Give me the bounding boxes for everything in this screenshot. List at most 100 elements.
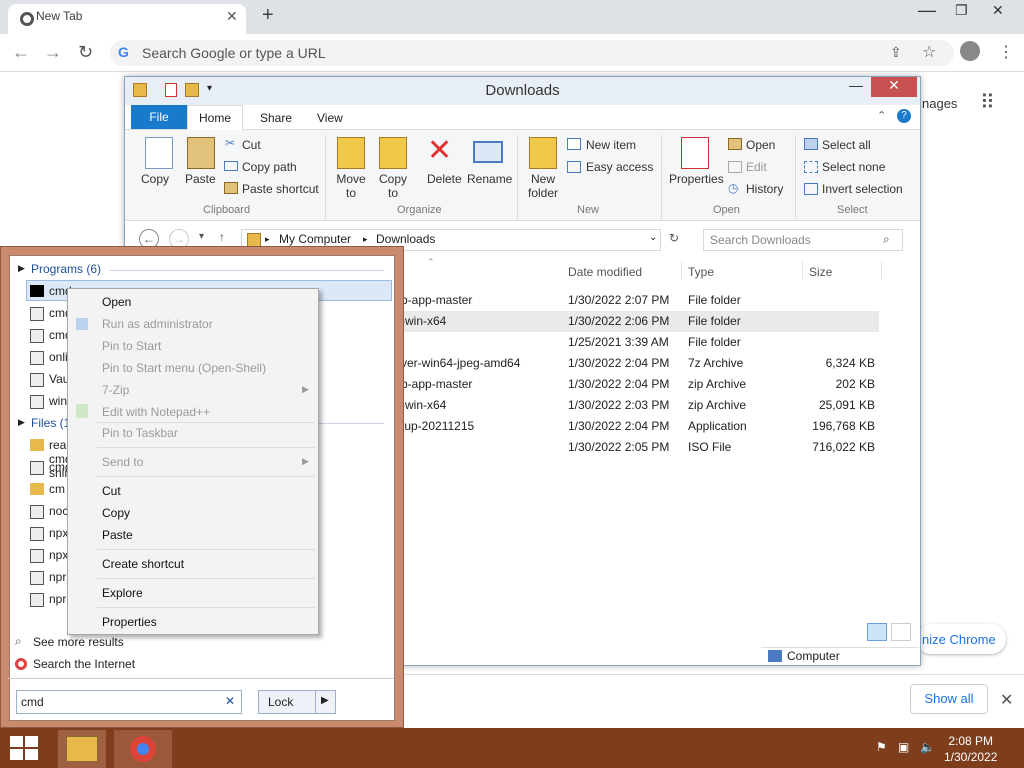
ctx-7zip[interactable]: 7-Zip — [102, 383, 129, 397]
see-more-results[interactable]: See more results — [33, 635, 124, 649]
file-name: -win-x64 — [401, 398, 447, 412]
app-icon — [30, 329, 44, 343]
paste-shortcut-button[interactable]: Paste shortcut — [242, 182, 319, 196]
paste-button[interactable]: Paste — [185, 172, 216, 186]
taskbar-file-explorer[interactable] — [58, 730, 106, 768]
ctx-cut[interactable]: Cut — [102, 484, 121, 498]
new-item-button[interactable]: New item — [586, 138, 636, 152]
volume-muted-icon[interactable]: 🔈 — [920, 740, 935, 754]
rename-button[interactable]: Rename — [467, 172, 512, 186]
status-bar — [761, 647, 919, 665]
action-center-flag-icon[interactable]: ⚑ — [876, 740, 887, 754]
ctx-pin-start-menu-openshell[interactable]: Pin to Start menu (Open-Shell) — [102, 361, 266, 375]
forward-icon[interactable]: → — [44, 42, 62, 63]
file-label: npx — [49, 548, 69, 562]
help-icon[interactable]: ? — [897, 109, 911, 123]
ctx-paste[interactable]: Paste — [102, 528, 133, 542]
column-divider — [802, 261, 803, 279]
recent-locations-icon[interactable]: ▾ — [199, 231, 204, 242]
chrome-icon — [130, 736, 156, 762]
select-all-button[interactable]: Select all — [822, 138, 871, 152]
taskbar-chrome[interactable] — [114, 730, 172, 768]
clear-search-icon[interactable]: ✕ — [225, 694, 235, 708]
large-icons-view-icon[interactable] — [891, 623, 911, 641]
refresh-icon[interactable]: ↻ — [669, 231, 679, 245]
minimize-icon[interactable]: — — [841, 77, 871, 97]
file-name: b-app-master — [401, 293, 473, 307]
ctx-send-to[interactable]: Send to — [102, 455, 143, 469]
bookmark-star-icon[interactable]: ☆ — [922, 42, 936, 62]
restore-icon[interactable]: ❐ — [955, 2, 968, 19]
reload-icon[interactable]: ↻ — [78, 42, 93, 63]
search-the-internet[interactable]: Search the Internet — [33, 657, 135, 671]
notepadpp-icon — [76, 404, 88, 418]
close-window-icon[interactable]: ✕ — [992, 2, 1004, 19]
select-none-button[interactable]: Select none — [822, 160, 885, 174]
invert-selection-button[interactable]: Invert selection — [822, 182, 903, 196]
close-download-bar-icon[interactable]: ✕ — [1000, 690, 1013, 710]
minimize-icon[interactable]: — — [918, 0, 936, 21]
column-date-modified[interactable]: Date modified — [568, 265, 642, 279]
easy-access-button[interactable]: Easy access — [586, 160, 653, 174]
ctx-edit-notepadpp[interactable]: Edit with Notepad++ — [102, 405, 210, 419]
collapse-ribbon-icon[interactable]: ⌃ — [877, 109, 886, 122]
properties-button[interactable]: Properties — [669, 172, 724, 186]
breadcrumb-my-computer[interactable]: My Computer — [279, 232, 351, 246]
close-icon[interactable]: ✕ — [871, 77, 917, 97]
show-all-button[interactable]: Show all — [910, 684, 988, 714]
up-icon[interactable]: ↑ — [219, 230, 225, 244]
images-link[interactable]: nages — [922, 96, 957, 111]
copy-button[interactable]: Copy — [141, 172, 169, 186]
back-icon[interactable]: ← — [12, 42, 30, 63]
new-item-icon — [567, 138, 581, 150]
share-icon[interactable]: ⇪ — [890, 44, 902, 61]
expand-icon[interactable]: ▶ — [18, 263, 25, 274]
ctx-create-shortcut[interactable]: Create shortcut — [102, 557, 184, 571]
move-to-button[interactable]: Move to — [335, 172, 367, 200]
start-search-input[interactable] — [16, 690, 242, 714]
network-icon[interactable]: ▣ — [898, 740, 909, 754]
delete-button[interactable]: Delete — [427, 172, 462, 186]
ctx-properties[interactable]: Properties — [102, 615, 157, 629]
file-date: 1/30/2022 2:04 PM — [568, 419, 670, 433]
breadcrumb-downloads[interactable]: Downloads — [376, 232, 435, 246]
open-button[interactable]: Open — [746, 138, 775, 152]
windows-start-icon[interactable] — [10, 736, 38, 760]
windows-logo-pane — [10, 736, 23, 747]
history-button[interactable]: History — [746, 182, 783, 196]
ctx-open[interactable]: Open — [102, 295, 131, 309]
ctx-copy[interactable]: Copy — [102, 506, 130, 520]
tab-view[interactable]: View — [317, 111, 343, 125]
close-icon[interactable]: ✕ — [226, 8, 238, 25]
windows-logo-pane — [25, 749, 38, 760]
power-options-arrow-icon[interactable]: ▶ — [321, 695, 329, 706]
new-tab-icon[interactable]: + — [262, 4, 274, 27]
ctx-explore[interactable]: Explore — [102, 586, 143, 600]
column-size[interactable]: Size — [809, 265, 832, 279]
taskbar-clock[interactable]: 2:08 PM 1/30/2022 — [944, 733, 997, 765]
search-downloads-input[interactable]: Search Downloads — [703, 229, 903, 251]
column-type[interactable]: Type — [688, 265, 714, 279]
profile-avatar[interactable] — [960, 41, 980, 61]
file-name: tup-20211215 — [401, 419, 475, 433]
ctx-pin-taskbar[interactable]: Pin to Taskbar — [102, 426, 178, 440]
tab-file[interactable]: File — [131, 105, 187, 129]
tab-share[interactable]: Share — [260, 111, 292, 125]
cut-button[interactable]: Cut — [242, 138, 261, 152]
details-view-icon[interactable] — [867, 623, 887, 641]
address-dropdown-icon[interactable]: ⌄ — [649, 232, 657, 243]
ctx-run-as-admin[interactable]: Run as administrator — [102, 317, 213, 331]
file-label: npr — [49, 592, 67, 606]
apps-icon[interactable]: ⠿ — [980, 90, 995, 115]
programs-header[interactable]: Programs (6) — [31, 262, 101, 276]
new-folder-button[interactable]: New folder — [525, 172, 561, 200]
copy-path-button[interactable]: Copy path — [242, 160, 297, 174]
expand-icon[interactable]: ▶ — [18, 417, 25, 428]
copy-to-button[interactable]: Copy to — [377, 172, 409, 200]
menu-icon[interactable]: ⋮ — [998, 42, 1014, 62]
omnibox-placeholder: Search Google or type a URL — [142, 45, 326, 61]
ctx-pin-to-start[interactable]: Pin to Start — [102, 339, 161, 353]
chrome-icon — [20, 12, 34, 26]
tab-home[interactable]: Home — [187, 105, 243, 130]
edit-button[interactable]: Edit — [746, 160, 767, 174]
